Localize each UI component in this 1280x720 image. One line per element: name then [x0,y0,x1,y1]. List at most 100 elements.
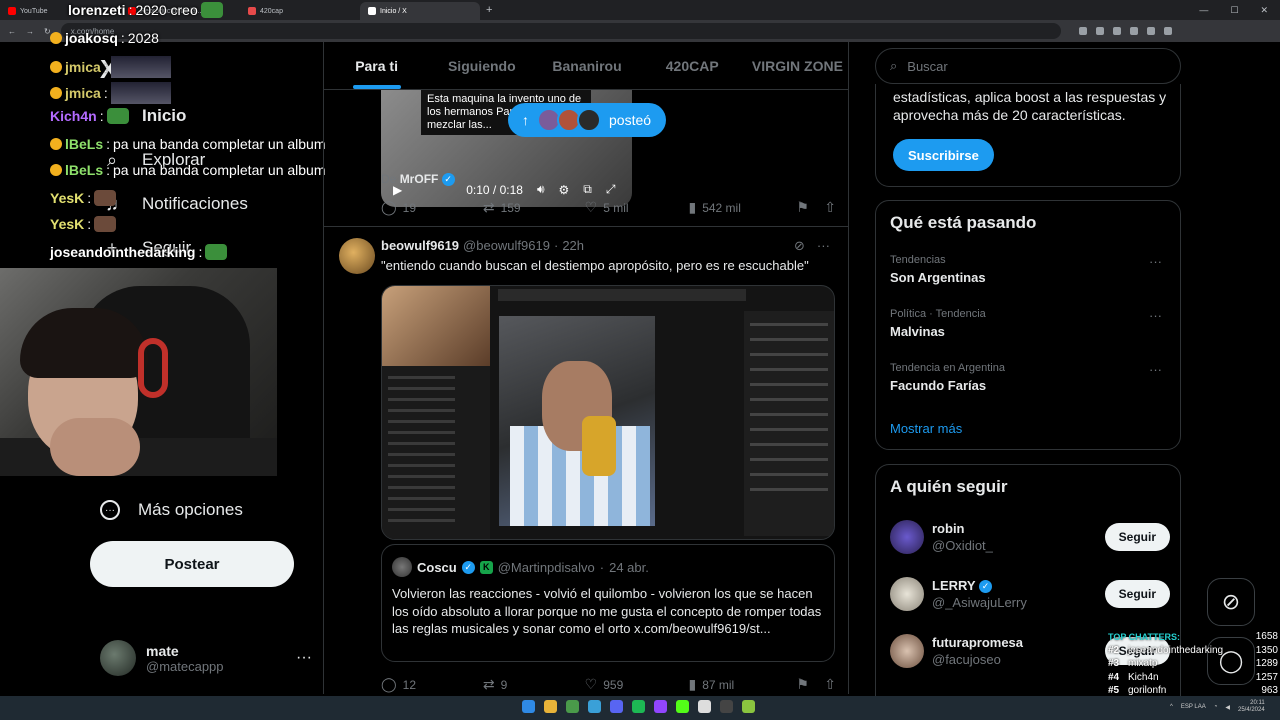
chat-message: jmica: [50,56,171,78]
reply-icon: ◯ [381,199,397,215]
trend-item[interactable]: Tendencia en Argentina Facundo Farías ··… [890,362,1170,393]
follow-button[interactable]: Seguir [1104,523,1170,551]
wifi-icon[interactable]: ◔ [1214,704,1218,710]
post-time[interactable]: 22h [562,238,584,253]
reply-button[interactable]: ◯ 19 [381,199,483,216]
settings-icon[interactable]: ⚙ [559,183,570,197]
more-icon[interactable]: ··· [296,649,312,667]
views-button[interactable]: ▮ 542 mil [688,199,796,216]
close-icon[interactable]: ✕ [1260,5,1268,16]
views-icon: ▮ [688,199,697,215]
follow-button[interactable]: Seguir [1104,580,1170,608]
quote-text: Volvieron las reacciones - volvió el qui… [392,586,822,636]
discord-icon[interactable] [610,700,623,713]
chrome-icon[interactable] [566,700,579,713]
tab-virgin-zone[interactable]: VIRGIN ZONE [745,42,848,89]
heart-icon: ♡ [584,199,598,215]
browser-tab-active[interactable]: Inicio / X [360,2,480,20]
kick-icon[interactable] [676,700,689,713]
top-chatters-overlay: TOP CHATTERS: 1658 #2 joseandointhedarking… [1108,631,1278,697]
account-switcher[interactable]: mate @matecappp ··· [100,638,312,678]
badge-icon [50,138,62,150]
extension-icon[interactable] [1129,27,1138,35]
webcam-headset [138,338,168,398]
like-button[interactable]: ♡ 5 mil [585,199,689,216]
chevron-up-icon[interactable]: ^ [1170,704,1173,710]
tab-para-ti[interactable]: Para ti [324,42,429,89]
more-icon[interactable]: ··· [1149,362,1162,377]
window-controls: — ☐ ✕ [1199,5,1280,16]
obs-icon[interactable] [654,700,667,713]
emote-icon [200,2,223,18]
more-icon[interactable]: ··· [817,238,830,254]
repost-button[interactable]: ⇄ 159 [483,199,585,216]
clock[interactable]: 20:11 25/4/2024 [1238,700,1265,714]
search-input[interactable]: ⌕ Buscar [875,48,1181,84]
app-icon[interactable] [720,700,733,713]
extensions-area [1078,27,1172,35]
grok-icon[interactable]: ⊘ [794,238,805,254]
feed-tabs: Para ti Siguiendo Bananirou 420CAP VIRGI… [324,42,848,90]
grok-button[interactable]: ⊘ [1207,578,1255,626]
bookmark-icon[interactable]: ⚑ [796,676,824,693]
minecraft-icon[interactable] [742,700,755,713]
notepad-icon[interactable] [698,700,711,713]
nav-item-more-options[interactable]: ··· Más opciones [100,500,243,520]
edge-icon[interactable] [588,700,601,713]
extension-icon[interactable] [1078,27,1087,35]
browser-address-bar: ← → ↻ x.com/home [0,20,1280,42]
views-button[interactable]: ▮ 87 mil [688,676,796,693]
more-icon[interactable]: ··· [1149,254,1162,269]
image-trophy [582,416,616,476]
extension-icon[interactable] [1112,27,1121,35]
follow-suggestion[interactable]: robin @Oxidiot_ Seguir [890,517,1170,557]
bookmark-icon[interactable]: ⚑ [796,199,824,216]
like-button[interactable]: ♡ 959 [585,676,689,693]
maximize-icon[interactable]: ☐ [1230,5,1238,16]
new-posts-pill[interactable]: ↑ posteó [508,103,666,137]
extension-icon[interactable] [1095,27,1104,35]
browser-tab[interactable]: 420cap [240,2,360,20]
share-icon[interactable]: ⇧ [824,199,836,216]
fullscreen-icon[interactable]: ⤢ [606,182,616,197]
minimize-icon[interactable]: — [1199,5,1208,16]
os-taskbar: ^ ESP LAA ◔ ◀ 20:11 25/4/2024 [0,696,1280,720]
volume-icon[interactable]: 🔊︎ [537,182,545,197]
back-icon[interactable]: ← [8,27,16,36]
windows-start-icon[interactable] [522,700,535,713]
show-more-link[interactable]: Mostrar más [890,421,962,436]
post-image[interactable] [381,285,835,540]
heart-icon: ♡ [584,676,598,692]
url-field[interactable]: x.com/home [60,23,1061,39]
nav-item-notifications[interactable]: ♫ Notificaciones [100,192,248,216]
post-text: "entiendo cuando buscan el destiempo apr… [381,258,809,273]
file-explorer-icon[interactable] [544,700,557,713]
spotify-icon[interactable] [632,700,645,713]
tab-bananirou[interactable]: Bananirou [534,42,639,89]
post-button[interactable]: Postear [90,541,294,587]
trend-item[interactable]: Tendencias Son Argentinas ··· [890,254,1170,285]
source-name[interactable]: MrOFF [400,172,439,186]
language-indicator[interactable]: ESP LAA [1181,704,1206,710]
follow-suggestion[interactable]: LERRY ✓ @_AsiwajuLerry Seguir [890,574,1170,614]
top-chatter-row: #3 mixatp 1289 [1108,658,1278,670]
trend-item[interactable]: Política · Tendencia Malvinas ··· [890,308,1170,339]
extension-icon[interactable] [1146,27,1155,35]
volume-icon[interactable]: ◀ [1225,704,1230,711]
avatar[interactable] [339,238,375,274]
more-icon[interactable]: ··· [1149,308,1162,323]
pip-icon[interactable]: ⧉ [583,182,592,197]
repost-button[interactable]: ⇄ 9 [483,676,585,693]
image-webcam [382,286,490,366]
post-author[interactable]: beowulf9619 [381,238,459,253]
reply-button[interactable]: ◯ 12 [381,676,483,693]
share-icon[interactable]: ⇧ [824,676,836,693]
new-tab-button[interactable]: + [486,4,492,16]
top-chatter-row: #4 Kich4n 1257 [1108,671,1278,683]
tab-420cap[interactable]: 420CAP [640,42,745,89]
profile-icon[interactable] [1163,27,1172,35]
tab-siguiendo[interactable]: Siguiendo [429,42,534,89]
subscribe-button[interactable]: Suscribirse [893,139,994,171]
forward-icon[interactable]: → [26,27,34,36]
quoted-post[interactable]: Coscu ✓ K @Martinpdisalvo · 24 abr. Volv… [381,544,835,662]
